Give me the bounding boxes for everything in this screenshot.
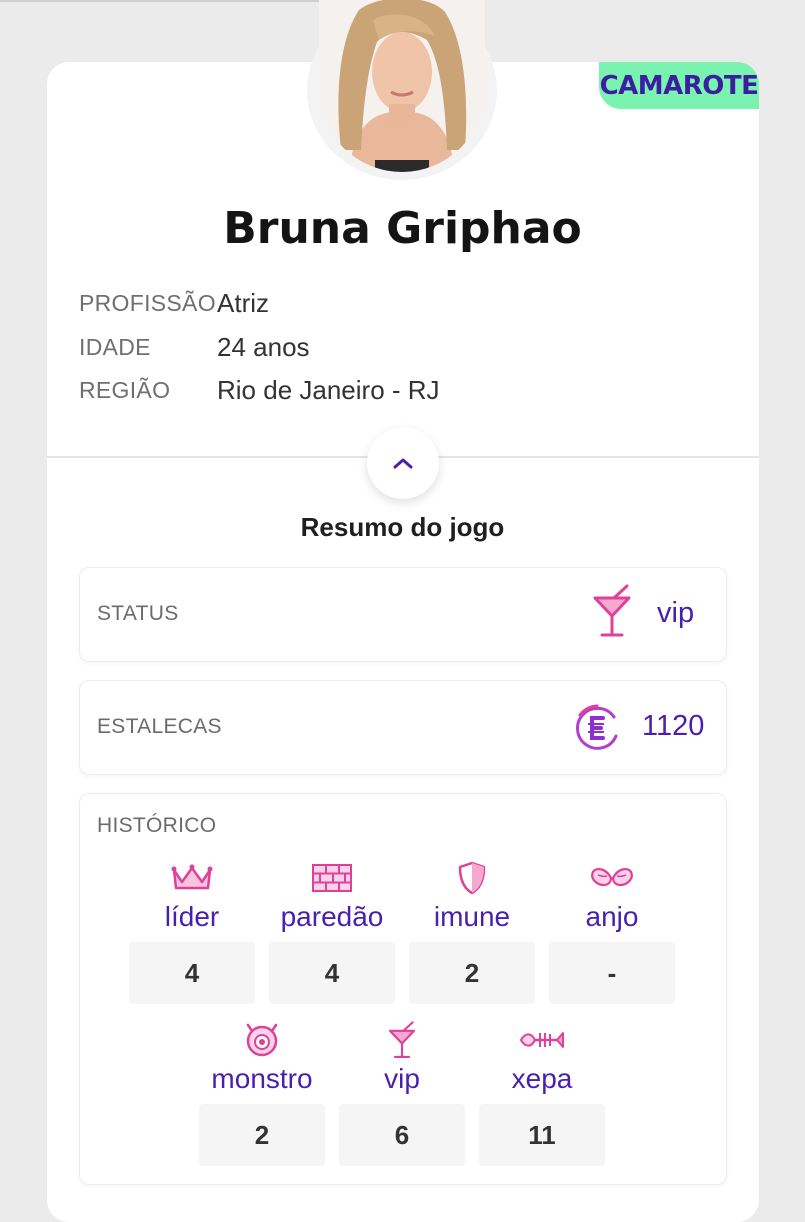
info-row-profession: PROFISSÃO Atriz xyxy=(79,283,269,323)
monster-eye-icon xyxy=(246,1023,278,1057)
history-item-label: anjo xyxy=(585,901,639,932)
participant-name: Bruna Griphao xyxy=(223,203,582,254)
history-item-count: - xyxy=(549,942,675,1004)
angel-wings-icon xyxy=(591,867,633,887)
info-value: Rio de Janeiro - RJ xyxy=(217,374,440,405)
history-item-monstro: monstro 2 xyxy=(199,1022,325,1166)
status-box: STATUS vip xyxy=(79,567,727,662)
history-item-count: 4 xyxy=(129,942,255,1004)
info-value: 24 anos xyxy=(217,331,310,362)
history-item-label: vip xyxy=(384,1063,420,1094)
info-row-region: REGIÃO Rio de Janeiro - RJ xyxy=(79,370,440,410)
estalecas-value: 1120 xyxy=(642,710,705,742)
collapse-toggle-button[interactable] xyxy=(367,427,439,499)
chevron-up-icon xyxy=(393,458,413,469)
history-label: HISTÓRICO xyxy=(97,814,217,837)
history-item-lider: líder 4 xyxy=(129,860,255,1004)
top-divider-strip xyxy=(0,0,322,2)
history-item-vip: vip 6 xyxy=(339,1021,465,1166)
fish-bone-icon xyxy=(519,1032,564,1048)
history-item-count: 2 xyxy=(199,1104,325,1166)
history-item-count: 2 xyxy=(409,942,535,1004)
avatar xyxy=(319,0,485,172)
history-item-count: 6 xyxy=(339,1104,465,1166)
history-item-count: 11 xyxy=(479,1104,605,1166)
game-summary-title: Resumo do jogo xyxy=(300,512,505,542)
history-item-anjo: anjo - xyxy=(549,860,675,1004)
brick-wall-icon xyxy=(312,864,352,892)
camarote-badge: CAMAROTE xyxy=(599,62,759,109)
history-item-count: 4 xyxy=(269,942,395,1004)
history-item-imune: imune 2 xyxy=(409,860,535,1004)
status-value: vip xyxy=(657,597,695,629)
history-item-label: xepa xyxy=(511,1063,573,1094)
history-item-label: monstro xyxy=(211,1063,313,1094)
history-item-xepa: xepa 11 xyxy=(479,1022,605,1166)
history-box: HISTÓRICO líder 4 paredão 4 imune 2 anjo… xyxy=(79,793,727,1185)
status-label: STATUS xyxy=(97,602,179,625)
info-value: Atriz xyxy=(217,287,269,318)
shield-icon xyxy=(458,861,486,895)
info-row-age: IDADE 24 anos xyxy=(79,327,310,367)
info-label: REGIÃO xyxy=(79,376,171,403)
cocktail-icon xyxy=(593,584,631,637)
crown-icon xyxy=(171,864,213,890)
history-item-paredao: paredão 4 xyxy=(269,860,395,1004)
estalecas-coin-icon xyxy=(576,704,618,750)
info-label: IDADE xyxy=(79,333,151,360)
history-item-label: líder xyxy=(164,901,220,932)
history-item-label: paredão xyxy=(280,901,384,932)
estalecas-box: ESTALECAS 1120 xyxy=(79,680,727,775)
estalecas-label: ESTALECAS xyxy=(97,715,222,738)
info-label: PROFISSÃO xyxy=(79,289,216,316)
cocktail-icon xyxy=(388,1021,416,1058)
history-item-label: imune xyxy=(433,901,511,932)
